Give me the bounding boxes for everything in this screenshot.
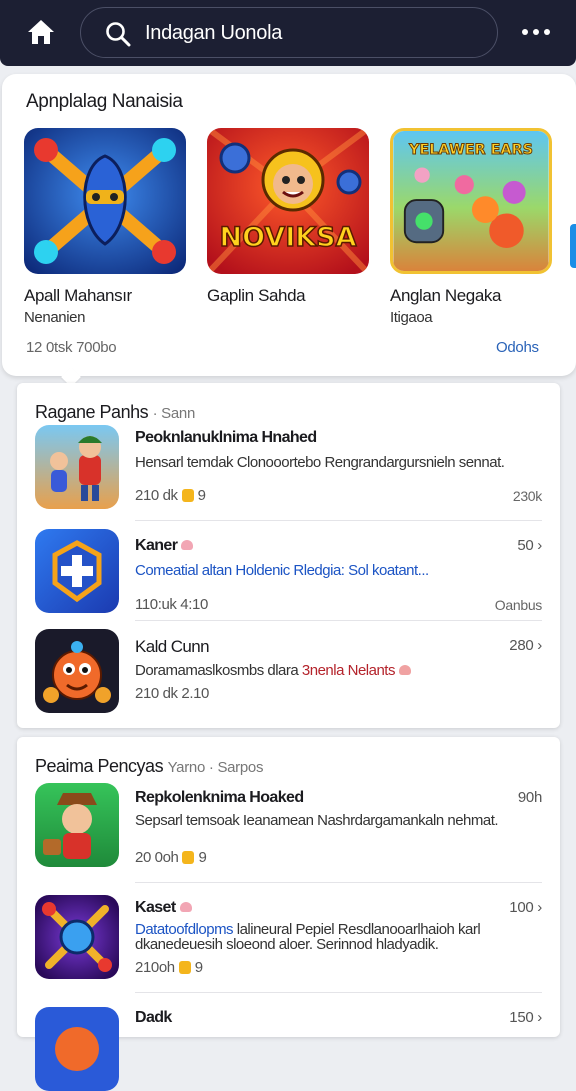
featured-app-1-name: Apall Mahansır — [24, 286, 132, 305]
list-item-meta: 110:uk 4:10 — [135, 596, 208, 613]
featured-app-3-subtitle: Itigaoa — [390, 309, 433, 326]
featured-app-3[interactable]: YELAWER EARS Anglan Negaka Itigaoa — [390, 128, 552, 326]
section-1-header: Ragane Panhs · Sann — [35, 402, 195, 423]
list-item-icon — [35, 783, 119, 867]
list-item[interactable]: Peoknlanuklnima Hnahed Hensarl temdak Cl… — [17, 421, 560, 521]
list-item[interactable]: Kaset 100 › Datatoofdlopms lalineural Pe… — [17, 883, 560, 993]
list-item-footer: Oanbus — [494, 597, 543, 613]
featured-app-2-name: Gaplin Sahda — [207, 286, 306, 305]
section-1-subtitle: · Sann — [152, 405, 196, 422]
featured-app-3-art-text: YELAWER EARS — [408, 142, 533, 158]
featured-app-2-image: NOVIKSA — [207, 128, 369, 274]
search-bar[interactable]: Indagan Uonola — [80, 7, 498, 58]
list-item-icon — [35, 629, 119, 713]
featured-card: Apnplalag Nanaisia Apall Mahansır Nenani… — [2, 74, 576, 376]
list-item-size: 230k — [512, 488, 542, 504]
list-item-count[interactable]: 100 › — [509, 899, 542, 916]
featured-footer-meta: 12 0tsk 700bo — [26, 339, 117, 356]
featured-app-3-name: Anglan Negaka — [390, 286, 502, 305]
section-1-card: Ragane Panhs · Sann Peoknlanuklnima Hnah… — [17, 383, 560, 728]
featured-app-1-subtitle: Nenanien — [24, 309, 86, 326]
section-2-subtitle: Yarno · Sarpos — [167, 759, 264, 776]
list-item-meta: 20 0oh 9 — [135, 849, 207, 866]
list-item-name: Repkolenknima Hoaked — [135, 789, 304, 806]
list-item-description: Doramamaslkosmbs dlara 3nenla Nelants — [135, 663, 530, 678]
featured-title: Apnplalag Nanaisia — [26, 91, 183, 112]
list-item-icon — [35, 895, 119, 979]
list-item-time: 90h — [517, 789, 542, 806]
list-item-name: Kaner — [135, 537, 194, 555]
list-item-name: Dadk — [135, 1009, 172, 1026]
top-bar: Indagan Uonola — [0, 0, 576, 66]
scroll-indicator — [570, 224, 576, 268]
list-item-description: Datatoofdlopms lalineural Pepiel Resdlan… — [135, 921, 481, 953]
section-2-card: Peaima Pencyas Yarno · Sarpos Repkolenkn… — [17, 737, 560, 1091]
thumbs-up-icon — [178, 961, 191, 974]
list-item[interactable]: Kaner 50 › Comeatial altan Holdenic Rled… — [17, 521, 560, 621]
thumbs-up-icon — [182, 851, 195, 864]
heart-badge-icon — [398, 665, 411, 675]
list-item-icon — [35, 425, 119, 509]
list-item-meta: 210 dk 9 — [135, 487, 206, 504]
heart-badge-icon — [179, 902, 192, 912]
featured-footer-link[interactable]: Odohs — [496, 339, 539, 356]
list-item-description: Sepsarl temsoak Ieanamean Nashrdargamank… — [135, 812, 499, 829]
list-item-meta: 210 dk 2.10 — [135, 685, 209, 702]
section-1-title: Ragane Panhs — [35, 402, 149, 422]
list-item-description[interactable]: Comeatial altan Holdenic Rledgia: Sol ko… — [135, 563, 495, 578]
list-item-count[interactable]: 280 › — [509, 637, 542, 654]
section-2-header: Peaima Pencyas Yarno · Sarpos — [35, 756, 263, 777]
search-icon — [106, 22, 131, 47]
list-item[interactable]: Repkolenknima Hoaked 90h Sepsarl temsoak… — [17, 783, 560, 883]
search-input[interactable]: Indagan Uonola — [145, 22, 282, 45]
list-item-name: Peoknlanuklnima Hnahed — [135, 429, 317, 446]
home-icon[interactable] — [26, 18, 56, 46]
list-item-icon — [35, 1007, 119, 1091]
featured-app-1-image — [24, 128, 186, 274]
featured-app-2-art-text: NOVIKSA — [219, 222, 356, 253]
list-item[interactable]: Dadk 150 › — [17, 993, 560, 1091]
featured-app-1[interactable]: Apall Mahansır Nenanien — [24, 128, 186, 326]
featured-app-2[interactable]: NOVIKSA Gaplin Sahda — [207, 128, 369, 305]
list-item[interactable]: Kald Cunn 280 › Doramamaslkosmbs dlara 3… — [17, 621, 560, 721]
list-item-icon — [35, 529, 119, 613]
list-item-count[interactable]: 50 › — [517, 537, 542, 554]
list-item-description: Hensarl temdak Clonooortebo Rengrandargu… — [135, 454, 505, 471]
featured-app-3-image: YELAWER EARS — [390, 128, 552, 274]
thumbs-up-icon — [181, 489, 194, 502]
list-item-name: Kaset — [135, 899, 192, 917]
section-2-title: Peaima Pencyas — [35, 756, 164, 776]
list-item-count[interactable]: 150 › — [509, 1009, 542, 1026]
list-item-meta: 210oh 9 — [135, 959, 203, 976]
list-item-name: Kald Cunn — [135, 637, 210, 656]
heart-badge-icon — [181, 540, 194, 550]
more-options-icon[interactable] — [520, 24, 552, 40]
